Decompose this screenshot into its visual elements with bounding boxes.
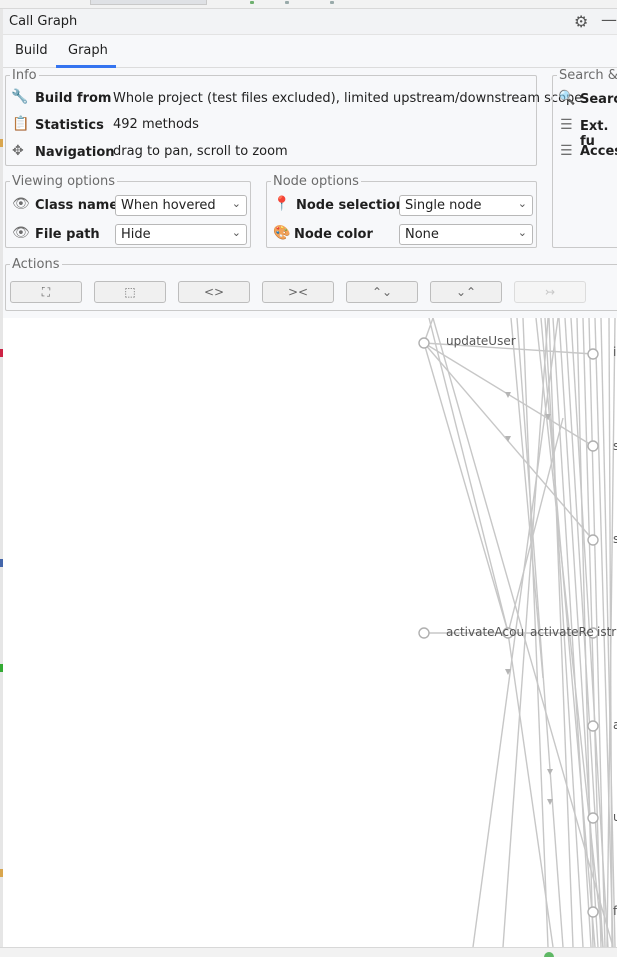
search-icon: 🔍 bbox=[558, 90, 576, 106]
statistics-value: 492 methods bbox=[113, 117, 199, 132]
tool-window-header: Call Graph ⚙ — bbox=[3, 9, 617, 35]
graph-edge bbox=[510, 318, 544, 679]
collapse-horizontal-button[interactable]: >< bbox=[262, 281, 334, 303]
node-color-label: Node color bbox=[294, 227, 373, 242]
status-ok-icon bbox=[544, 952, 554, 957]
search-legend: Search & bbox=[559, 68, 617, 83]
chevron-down-icon: ⌄ bbox=[231, 197, 241, 210]
chevron-down-icon: ⌄ bbox=[517, 226, 527, 239]
collapse-vertical-button[interactable]: ⌄⌃ bbox=[430, 281, 502, 303]
node-u[interactable] bbox=[587, 812, 599, 824]
file-path-select[interactable]: Hide ⌄ bbox=[115, 224, 247, 245]
minimize-icon[interactable]: — bbox=[601, 10, 617, 29]
tab-build[interactable]: Build bbox=[15, 43, 48, 58]
class-name-label: Class name bbox=[35, 198, 119, 213]
eye-icon: 👁 bbox=[12, 196, 30, 212]
node-selection-value: Single node bbox=[405, 198, 482, 213]
edge-arrow bbox=[547, 769, 553, 775]
node-selection-label: Node selection bbox=[296, 198, 405, 213]
move-icon: ✥ bbox=[12, 143, 24, 159]
fit-to-view-button[interactable]: ⛶ bbox=[10, 281, 82, 303]
node-color-select[interactable]: None ⌄ bbox=[399, 224, 533, 245]
class-name-value: When hovered bbox=[121, 198, 216, 213]
node-a[interactable] bbox=[587, 720, 599, 732]
build-from-label: Build from bbox=[35, 91, 112, 106]
call-graph-window: Call Graph ⚙ — Build Graph Info 🔧 Build … bbox=[0, 0, 617, 957]
statistics-label: Statistics bbox=[35, 118, 104, 133]
node-selection-select[interactable]: Single node ⌄ bbox=[399, 195, 533, 216]
node-update-user[interactable] bbox=[418, 337, 430, 349]
node-label-istra[interactable]: istra bbox=[597, 625, 617, 639]
gear-icon[interactable]: ⚙ bbox=[574, 12, 588, 31]
search-label[interactable]: Search bbox=[580, 92, 617, 107]
eye-icon: 👁 bbox=[12, 225, 30, 241]
node-i[interactable] bbox=[587, 348, 599, 360]
node-s[interactable] bbox=[587, 440, 599, 452]
editor-tab-strip bbox=[0, 0, 617, 9]
tab-bar: Build Graph bbox=[3, 35, 617, 68]
info-legend: Info bbox=[12, 68, 37, 83]
editor-tab[interactable] bbox=[90, 0, 207, 5]
node-activate-account[interactable] bbox=[418, 627, 430, 639]
chevron-down-icon: ⌄ bbox=[231, 226, 241, 239]
tab-graph[interactable]: Graph bbox=[68, 43, 108, 58]
graph-canvas[interactable]: updateUser activateAcou activateRe istra… bbox=[3, 318, 617, 947]
chevron-down-icon: ⌄ bbox=[517, 197, 527, 210]
node-f[interactable] bbox=[587, 906, 599, 918]
node-color-value: None bbox=[405, 227, 439, 242]
node-label-activate-registration[interactable]: activateRe bbox=[530, 625, 594, 639]
expand-vertical-button[interactable]: ⌃⌄ bbox=[346, 281, 418, 303]
viewing-options-legend: Viewing options bbox=[12, 174, 115, 189]
status-bar bbox=[0, 947, 617, 957]
gutter-mark bbox=[0, 139, 3, 147]
node-options-legend: Node options bbox=[273, 174, 359, 189]
window-title: Call Graph bbox=[9, 14, 78, 29]
palette-icon: 🎨 bbox=[273, 225, 291, 241]
node-label-f[interactable]: f bbox=[613, 904, 617, 918]
graph-edge bbox=[428, 318, 509, 633]
filter-icon: ☰ bbox=[560, 117, 573, 133]
access-label[interactable]: Access bbox=[580, 144, 617, 159]
node-label-update-user[interactable]: updateUser bbox=[446, 334, 516, 348]
node-label-s[interactable]: s bbox=[613, 532, 617, 546]
file-path-value: Hide bbox=[121, 227, 151, 242]
file-path-label: File path bbox=[35, 227, 100, 242]
wrench-icon: 🔧 bbox=[11, 89, 29, 105]
node-s[interactable] bbox=[587, 534, 599, 546]
dot-icon bbox=[285, 1, 289, 4]
pin-icon: 📍 bbox=[273, 196, 291, 212]
node-label-i[interactable]: i bbox=[613, 345, 616, 359]
navigation-label: Navigation bbox=[35, 145, 115, 160]
expand-horizontal-button[interactable]: <> bbox=[178, 281, 250, 303]
clipboard-icon: 📋 bbox=[12, 116, 30, 132]
navigation-value: drag to pan, scroll to zoom bbox=[113, 144, 288, 159]
dot-icon bbox=[330, 1, 334, 4]
node-label-s[interactable]: s bbox=[613, 439, 617, 453]
node-label-activate-account[interactable]: activateAcou bbox=[446, 625, 529, 639]
node-label-a[interactable]: a bbox=[613, 718, 617, 732]
class-name-select[interactable]: When hovered ⌄ bbox=[115, 195, 247, 216]
fit-selection-button[interactable]: ⬚ bbox=[94, 281, 166, 303]
build-from-value: Whole project (test files excluded), lim… bbox=[113, 91, 583, 106]
upstream-arrow-button[interactable]: ↣ bbox=[514, 281, 586, 303]
node-label-u[interactable]: u bbox=[613, 810, 617, 824]
filter-icon: ☰ bbox=[560, 143, 573, 159]
status-dot-icon bbox=[250, 1, 254, 4]
actions-legend: Actions bbox=[12, 257, 60, 272]
